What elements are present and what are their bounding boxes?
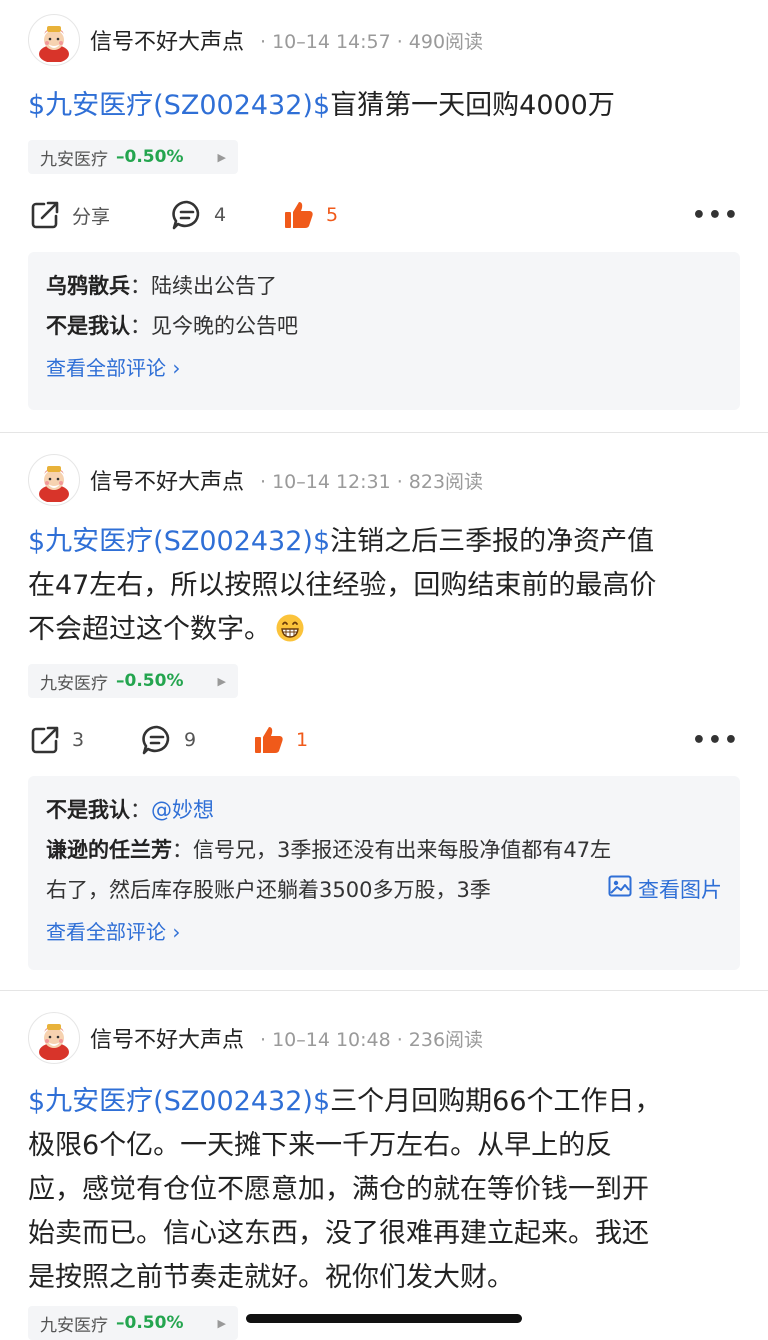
stock-tag-change: –0.50% bbox=[116, 1313, 184, 1333]
post-time: 10–14 14:57 bbox=[272, 30, 391, 53]
author-name[interactable]: 信号不好大声点 bbox=[90, 1022, 244, 1054]
like-button[interactable]: 5 bbox=[282, 198, 338, 232]
share-button[interactable]: 分享 bbox=[28, 198, 170, 232]
author-name[interactable]: 信号不好大声点 bbox=[90, 464, 244, 496]
post-header: 信号不好大声点 · 10–14 12:31 · 823阅读 bbox=[28, 454, 483, 506]
comment-text: 陆续出公告了 bbox=[151, 274, 277, 298]
comment-item[interactable]: 谦逊的任兰芳：信号兄，3季报还没有出来每股净值都有47左 右了，然后库存股账户还… bbox=[46, 830, 722, 910]
comment-text-line: 右了，然后库存股账户还躺着3500多万股，3季 bbox=[46, 878, 491, 902]
read-count: 823阅读 bbox=[408, 470, 484, 493]
comment-icon bbox=[140, 723, 174, 757]
like-button[interactable]: 1 bbox=[252, 723, 308, 757]
stock-tag[interactable]: 九安医疗 –0.50% ▶ bbox=[28, 1306, 238, 1340]
share-icon bbox=[28, 723, 62, 757]
post-text-line: 极限6个亿。一天摊下来一千万左右。从早上的反 bbox=[28, 1130, 613, 1161]
post-time: 10–14 12:31 bbox=[272, 470, 391, 493]
comment-user[interactable]: 乌鸦散兵 bbox=[46, 274, 130, 298]
share-count: 3 bbox=[72, 729, 85, 751]
view-all-comments-link[interactable]: 查看全部评论 › bbox=[46, 910, 722, 954]
post-text-line: 应，感觉有仓位不愿意加，满仓的就在等价钱一到开 bbox=[28, 1174, 649, 1205]
post-text-line: 在47左右，所以按照以往经验，回购结束前的最高价 bbox=[28, 570, 657, 601]
post-text: 盲猜第一天回购4000万 bbox=[330, 90, 615, 121]
comment-separator: ： bbox=[130, 314, 151, 338]
stock-tag-change: –0.50% bbox=[116, 147, 184, 167]
comment-separator: ： bbox=[130, 798, 151, 822]
stock-link[interactable]: $九安医疗(SZ002432)$ bbox=[28, 90, 330, 121]
like-count: 5 bbox=[326, 204, 339, 226]
share-icon bbox=[28, 198, 62, 232]
post-text-line: 不会超过这个数字。 bbox=[28, 614, 271, 645]
play-arrow-icon: ▶ bbox=[217, 1316, 226, 1330]
stock-tag[interactable]: 九安医疗 –0.50% ▶ bbox=[28, 664, 238, 698]
play-arrow-icon: ▶ bbox=[217, 150, 226, 164]
share-button[interactable]: 3 bbox=[28, 723, 140, 757]
play-arrow-icon: ▶ bbox=[217, 674, 226, 688]
mention-link[interactable]: @妙想 bbox=[151, 798, 214, 822]
avatar[interactable] bbox=[28, 1012, 80, 1064]
like-count: 1 bbox=[296, 729, 309, 751]
comment-button[interactable]: 9 bbox=[140, 723, 252, 757]
post-content[interactable]: $九安医疗(SZ002432)$注销之后三季报的净资产值 在47左右，所以按照以… bbox=[28, 520, 740, 652]
post-text-line: 始卖而已。信心这东西，没了很难再建立起来。我还 bbox=[28, 1218, 649, 1249]
image-icon bbox=[608, 870, 632, 910]
stock-link[interactable]: $九安医疗(SZ002432)$ bbox=[28, 1086, 330, 1117]
thumbs-up-icon bbox=[252, 723, 286, 757]
stock-tag-name: 九安医疗 bbox=[40, 1315, 108, 1336]
comment-user[interactable]: 不是我认 bbox=[46, 314, 130, 338]
avatar[interactable] bbox=[28, 14, 80, 66]
post-header: 信号不好大声点 · 10–14 10:48 · 236阅读 bbox=[28, 1012, 483, 1064]
stock-link[interactable]: $九安医疗(SZ002432)$ bbox=[28, 526, 330, 557]
post-meta: · 10–14 14:57 · 490阅读 bbox=[260, 30, 484, 53]
stock-tag[interactable]: 九安医疗 –0.50% ▶ bbox=[28, 140, 238, 174]
view-image-label: 查看图片 bbox=[638, 878, 722, 902]
comment-text: 见今晚的公告吧 bbox=[151, 314, 298, 338]
post-content[interactable]: $九安医疗(SZ002432)$盲猜第一天回购4000万 bbox=[28, 84, 740, 128]
post-text-line: 注销之后三季报的净资产值 bbox=[330, 526, 655, 557]
comment-user[interactable]: 不是我认 bbox=[46, 798, 130, 822]
thumbs-up-icon bbox=[282, 198, 316, 232]
comment-icon bbox=[170, 198, 204, 232]
stock-tag-name: 九安医疗 bbox=[40, 673, 108, 694]
comment-separator: ： bbox=[130, 274, 151, 298]
comment-count: 9 bbox=[184, 729, 197, 751]
read-count: 236阅读 bbox=[408, 1028, 484, 1051]
post-header: 信号不好大声点 · 10–14 14:57 · 490阅读 bbox=[28, 14, 483, 66]
view-image-link[interactable]: 查看图片 bbox=[608, 870, 722, 910]
post-content[interactable]: $九安医疗(SZ002432)$三个月回购期66个工作日， 极限6个亿。一天摊下… bbox=[28, 1080, 740, 1300]
view-all-comments-link[interactable]: 查看全部评论 › bbox=[46, 346, 722, 390]
comment-text-line: 信号兄，3季报还没有出来每股净值都有47左 bbox=[193, 838, 612, 862]
comment-item[interactable]: 不是我认：见今晚的公告吧 bbox=[46, 306, 722, 346]
comment-button[interactable]: 4 bbox=[170, 198, 282, 232]
read-count: 490阅读 bbox=[408, 30, 484, 53]
comment-user[interactable]: 谦逊的任兰芳 bbox=[46, 838, 172, 862]
avatar[interactable] bbox=[28, 454, 80, 506]
more-icon[interactable]: ••• bbox=[692, 203, 740, 228]
action-bar: 3 9 1 ••• bbox=[28, 720, 740, 760]
comment-item[interactable]: 不是我认：@妙想 bbox=[46, 790, 722, 830]
stock-tag-name: 九安医疗 bbox=[40, 149, 108, 170]
post-meta: · 10–14 10:48 · 236阅读 bbox=[260, 1028, 484, 1051]
post-text-line: 三个月回购期66个工作日， bbox=[330, 1086, 662, 1117]
post-meta: · 10–14 12:31 · 823阅读 bbox=[260, 470, 484, 493]
post-time: 10–14 10:48 bbox=[272, 1028, 391, 1051]
comment-preview: 乌鸦散兵：陆续出公告了 不是我认：见今晚的公告吧 查看全部评论 › bbox=[28, 252, 740, 410]
comment-separator: ： bbox=[172, 838, 193, 862]
stock-tag-change: –0.50% bbox=[116, 671, 184, 691]
comment-preview: 不是我认：@妙想 谦逊的任兰芳：信号兄，3季报还没有出来每股净值都有47左 右了… bbox=[28, 776, 740, 970]
more-icon[interactable]: ••• bbox=[692, 728, 740, 753]
home-indicator[interactable] bbox=[246, 1314, 522, 1323]
comment-item[interactable]: 乌鸦散兵：陆续出公告了 bbox=[46, 266, 722, 306]
action-bar: 分享 4 5 ••• bbox=[28, 195, 740, 235]
grin-emoji-icon bbox=[275, 613, 305, 643]
divider bbox=[0, 990, 768, 991]
comment-count: 4 bbox=[214, 204, 227, 226]
share-label: 分享 bbox=[72, 205, 111, 228]
post-text-line: 是按照之前节奏走就好。祝你们发大财。 bbox=[28, 1262, 514, 1293]
divider bbox=[0, 432, 768, 433]
author-name[interactable]: 信号不好大声点 bbox=[90, 24, 244, 56]
